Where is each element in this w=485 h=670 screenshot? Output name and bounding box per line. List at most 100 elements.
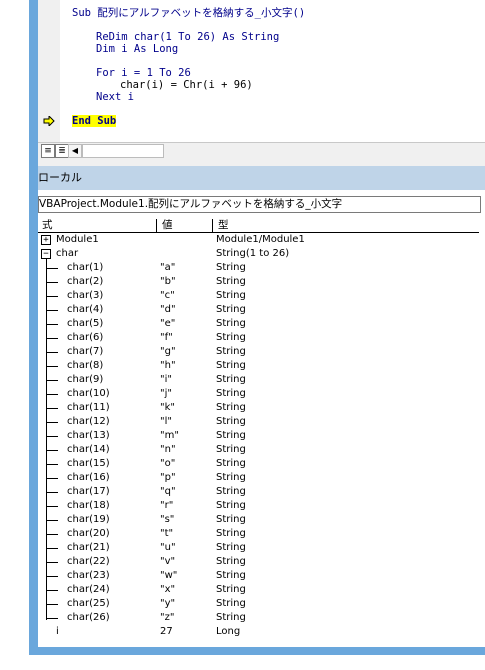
locals-row-char-item[interactable]: char(15) "o" String — [38, 457, 479, 471]
code-line-redim[interactable]: ReDim char(1 To 26) As String — [96, 31, 279, 43]
tree-branch-line — [46, 366, 58, 367]
row-value: "w" — [160, 570, 178, 581]
row-expression: char(7) — [67, 346, 104, 357]
column-divider[interactable] — [212, 219, 213, 232]
row-type: String — [216, 290, 246, 301]
tree-branch-line — [46, 534, 58, 535]
tree-branch-line — [46, 436, 58, 437]
tree-branch-line — [46, 464, 58, 465]
row-expression: char(14) — [67, 444, 110, 455]
locals-row-char-item[interactable]: char(24) "x" String — [38, 583, 479, 597]
header-expression[interactable]: 式 — [42, 219, 53, 232]
tree-branch-line — [46, 576, 58, 577]
tree-branch-line — [46, 618, 58, 619]
margin-indicator-bar[interactable] — [38, 0, 61, 142]
locals-row-char-item[interactable]: char(25) "y" String — [38, 597, 479, 611]
row-value: "d" — [160, 304, 176, 315]
code-line-assign[interactable]: char(i) = Chr(i + 96) — [120, 79, 253, 91]
locals-row-char-item[interactable]: char(4) "d" String — [38, 303, 479, 317]
plus-expander-icon[interactable]: + — [41, 235, 51, 245]
row-value: "y" — [160, 598, 176, 609]
row-type: String — [216, 360, 246, 371]
row-type: Long — [216, 626, 241, 637]
header-type[interactable]: 型 — [218, 219, 229, 232]
locals-row-char-item[interactable]: char(9) "i" String — [38, 373, 479, 387]
locals-row-char-item[interactable]: char(3) "c" String — [38, 289, 479, 303]
tree-branch-line — [46, 310, 58, 311]
tree-branch-line — [46, 282, 58, 283]
locals-row-char-item[interactable]: char(23) "w" String — [38, 569, 479, 583]
row-value: "e" — [160, 318, 176, 329]
locals-row-char-item[interactable]: char(5) "e" String — [38, 317, 479, 331]
scroll-left-arrow-icon[interactable]: ◀ — [68, 144, 82, 158]
row-value: "l" — [160, 416, 172, 427]
pane-splitter[interactable] — [38, 158, 485, 166]
row-value: "o" — [160, 458, 176, 469]
horizontal-scrollbar[interactable] — [82, 144, 164, 158]
row-value: "r" — [160, 500, 174, 511]
tree-branch-line — [46, 548, 58, 549]
locals-row-i[interactable]: i 27 Long — [38, 625, 479, 639]
locals-row-char-item[interactable]: char(13) "m" String — [38, 429, 479, 443]
locals-row-char-item[interactable]: char(21) "u" String — [38, 541, 479, 555]
procedure-view-icon[interactable]: ≡ — [41, 144, 55, 158]
row-type: String — [216, 346, 246, 357]
row-expression: i — [56, 626, 59, 637]
code-line-sub[interactable]: Sub 配列にアルファベットを格納する_小文字() — [72, 7, 305, 19]
row-value: "m" — [160, 430, 179, 441]
locals-row-char-item[interactable]: char(16) "p" String — [38, 471, 479, 485]
window-frame-bottom — [29, 647, 485, 655]
code-editor[interactable]: Sub 配列にアルファベットを格納する_小文字() ReDim char(1 T… — [60, 0, 485, 142]
row-type: String — [216, 262, 246, 273]
row-expression: char(20) — [67, 528, 110, 539]
locals-row-char-item[interactable]: char(18) "r" String — [38, 499, 479, 513]
row-value: 27 — [160, 626, 173, 637]
row-type: String — [216, 458, 246, 469]
code-line-next[interactable]: Next i — [96, 91, 134, 103]
locals-row-char-item[interactable]: char(17) "q" String — [38, 485, 479, 499]
header-value[interactable]: 値 — [162, 219, 173, 232]
locals-row-char-item[interactable]: char(26) "z" String — [38, 611, 479, 625]
row-expression: char(5) — [67, 318, 104, 329]
locals-row-char-item[interactable]: char(12) "l" String — [38, 415, 479, 429]
row-expression: char — [56, 248, 79, 259]
locals-row-char-item[interactable]: char(22) "v" String — [38, 555, 479, 569]
locals-row-char-item[interactable]: char(7) "g" String — [38, 345, 479, 359]
locals-row-char-item[interactable]: char(1) "a" String — [38, 261, 479, 275]
locals-row-char-item[interactable]: char(8) "h" String — [38, 359, 479, 373]
locals-window-title: ローカル — [38, 166, 485, 190]
locals-row-char-item[interactable]: char(14) "n" String — [38, 443, 479, 457]
code-line-4-text: For i = 1 To 26 — [96, 67, 191, 79]
row-expression: char(3) — [67, 290, 104, 301]
locals-row-char-item[interactable]: char(10) "j" String — [38, 387, 479, 401]
locals-row-char-item[interactable]: char(11) "k" String — [38, 401, 479, 415]
locals-row-char-item[interactable]: char(6) "f" String — [38, 331, 479, 345]
locals-row-module1[interactable]: + Module1 Module1/Module1 — [38, 233, 479, 247]
column-divider[interactable] — [156, 219, 157, 232]
row-expression: char(17) — [67, 486, 110, 497]
code-line-dim[interactable]: Dim i As Long — [96, 43, 178, 55]
locals-row-char-item[interactable]: char(2) "b" String — [38, 275, 479, 289]
row-value: "q" — [160, 486, 176, 497]
tree-branch-line — [46, 604, 58, 605]
locals-context-field[interactable]: VBAProject.Module1.配列にアルファベットを格納する_小文字 — [38, 196, 481, 213]
row-type: String — [216, 542, 246, 553]
row-type: String — [216, 416, 246, 427]
code-line-for[interactable]: For i = 1 To 26 — [96, 67, 191, 79]
row-type: String — [216, 486, 246, 497]
row-value: "z" — [160, 612, 175, 623]
row-value: "g" — [160, 346, 176, 357]
tree-branch-line — [46, 506, 58, 507]
tree-branch-line — [46, 380, 58, 381]
code-line-end-sub[interactable]: End Sub — [72, 115, 117, 127]
code-line-2-text: ReDim char(1 To 26) As String — [96, 31, 280, 43]
tree-branch-line — [46, 450, 58, 451]
locals-row-char-item[interactable]: char(20) "t" String — [38, 527, 479, 541]
code-line-1-text: Sub 配列にアルファベットを格納する_小文字() — [72, 7, 306, 19]
locals-row-char[interactable]: − char String(1 to 26) — [38, 247, 479, 261]
locals-title-text: ローカル — [38, 171, 82, 184]
locals-row-char-item[interactable]: char(19) "s" String — [38, 513, 479, 527]
row-value: "t" — [160, 528, 174, 539]
row-expression: char(18) — [67, 500, 110, 511]
full-module-view-icon[interactable]: ≣ — [55, 144, 69, 158]
